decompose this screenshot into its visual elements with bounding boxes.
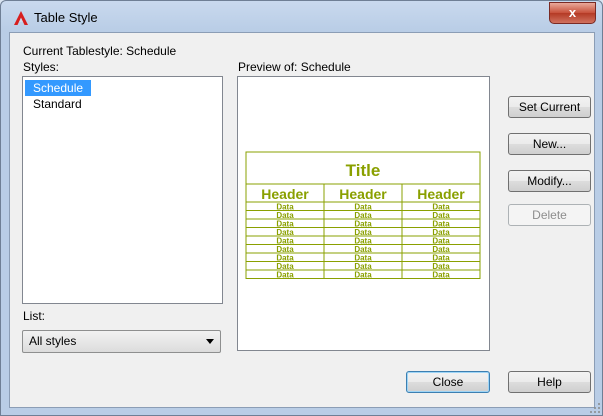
title-bar[interactable]: Table Style x	[1, 1, 602, 33]
chevron-down-icon	[206, 339, 214, 344]
close-button[interactable]: Close	[406, 371, 490, 393]
new-button[interactable]: New...	[508, 133, 591, 155]
resize-grip-icon[interactable]	[589, 402, 601, 414]
modify-button[interactable]: Modify...	[508, 170, 591, 192]
table-preview: TitleHeader Header HeaderData Data DataData D…	[245, 151, 481, 280]
set-current-button[interactable]: Set Current	[508, 96, 591, 118]
preview-panel: Title Header Header Header Data Data Data Data D…	[237, 76, 490, 351]
preview-title: Title	[346, 161, 381, 180]
preview-header-cell: Header	[261, 186, 309, 202]
close-icon: x	[568, 5, 577, 20]
preview-data-cell: Data	[276, 271, 294, 280]
table-style-dialog: Table Style x Current Tablestyle: Schedu…	[0, 0, 603, 416]
styles-listbox[interactable]: Schedule Standard	[22, 76, 223, 304]
current-tablestyle-label: Current Tablestyle: Schedule	[23, 44, 177, 58]
list-filter-select[interactable]: All styles	[22, 330, 221, 353]
preview-data-cell: Data	[354, 271, 372, 280]
preview-header-cell: Header	[339, 186, 387, 202]
close-window-button[interactable]: x	[549, 2, 596, 24]
preview-label: Preview of: Schedule	[238, 60, 351, 74]
window-title: Table Style	[34, 10, 98, 25]
styles-label: Styles:	[23, 60, 60, 74]
style-item-schedule[interactable]: Schedule	[25, 80, 92, 96]
preview-header-cell: Header	[417, 186, 465, 202]
help-button[interactable]: Help	[508, 371, 591, 393]
delete-button[interactable]: Delete	[508, 204, 591, 226]
list-filter-value: All styles	[29, 334, 77, 348]
list-label: List:	[23, 309, 46, 323]
style-item-standard[interactable]: Standard	[25, 96, 90, 112]
preview-data-cell: Data	[432, 271, 450, 280]
autocad-a-icon	[14, 11, 28, 25]
